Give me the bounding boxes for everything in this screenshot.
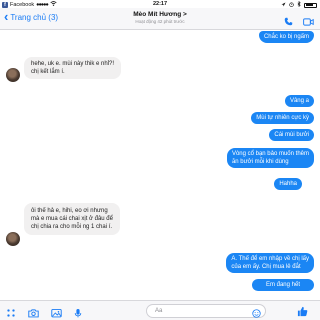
message-outgoing[interactable]: Hahha: [274, 178, 302, 190]
message-text: Cái mùi bưởi: [274, 132, 309, 138]
message-text: Hahha: [279, 181, 297, 187]
message-text-line: của em ấy. Chị mua lẻ đắt: [231, 264, 301, 270]
message-composer: Aa: [0, 300, 320, 320]
message-incoming[interactable]: hehe, uk e. mùi này thik e nhỉ?! chị kết…: [24, 57, 122, 79]
message-text-line: Vòng cổ bạn bảo muốn thêm: [231, 151, 309, 157]
message-input[interactable]: Aa: [146, 304, 266, 318]
message-text-line: mà e mua cái chai xịt ở đâu để: [31, 216, 113, 222]
photo-icon[interactable]: [51, 305, 62, 320]
message-outgoing[interactable]: A. Thế để em nhập về chị lấy của em ấy. …: [226, 253, 314, 273]
contact-name: Mèo Mít Hương >: [133, 11, 187, 18]
contact-info[interactable]: Mèo Mít Hương > Hoạt động 42 phút trước: [0, 11, 320, 24]
video-camera-icon[interactable]: [303, 13, 314, 31]
avatar[interactable]: [6, 68, 20, 82]
conversation-header: ‹ Trang chủ (3) Mèo Mít Hương > Hoạt độn…: [0, 8, 320, 30]
avatar[interactable]: [6, 232, 20, 246]
message-outgoing[interactable]: Vâng a: [284, 95, 314, 107]
status-time: 22:17: [152, 1, 168, 7]
microphone-icon[interactable]: [74, 305, 82, 320]
message-text-line: ôi thế hả e, hihi, eo ơi nhưng: [31, 208, 108, 214]
phone-icon[interactable]: [284, 13, 293, 31]
message-outgoing[interactable]: Em đang hết: [251, 279, 314, 291]
message-text-line: A. Thế để em nhập về chị lấy: [231, 256, 309, 262]
message-text-line: hehe, uk e. mùi này thik e nhỉ?!: [31, 61, 115, 67]
message-incoming[interactable]: ôi thế hả e, hihi, eo ơi nhưng mà e mua …: [24, 203, 120, 235]
message-text: Em đang hết: [265, 282, 300, 288]
message-text-line: ăn bưởi mỗi khi dùng: [231, 159, 289, 165]
message-outgoing[interactable]: Cái mùi bưởi: [269, 129, 314, 141]
header-actions: [284, 13, 314, 31]
like-icon[interactable]: [297, 304, 308, 320]
message-outgoing[interactable]: Vòng cổ bạn bảo muốn thêm ăn bưởi mỗi kh…: [226, 148, 314, 168]
message-text: Chắc ko bị ngấm: [263, 34, 309, 40]
message-list[interactable]: Chắc ko bị ngấm hehe, uk e. mùi này thik…: [0, 31, 320, 300]
apps-icon[interactable]: [6, 305, 16, 320]
camera-icon[interactable]: [28, 305, 39, 320]
message-text: Vâng a: [289, 98, 309, 104]
contact-status: Hoạt động 42 phút trước: [135, 19, 185, 24]
message-text-line: chị chia ra cho mỗi ng 1 chai í.: [31, 224, 113, 230]
message-outgoing[interactable]: Chắc ko bị ngấm: [258, 31, 314, 43]
message-text-line: chị kết lắm í.: [31, 69, 65, 75]
battery-icon: [304, 2, 317, 8]
message-outgoing[interactable]: Mùi tự nhiên cực kỳ: [251, 112, 314, 124]
status-bar: f Facebook ●●●●● 22:17: [0, 0, 320, 8]
message-text: Mùi tự nhiên cực kỳ: [256, 115, 309, 121]
composer-actions: [6, 305, 82, 320]
